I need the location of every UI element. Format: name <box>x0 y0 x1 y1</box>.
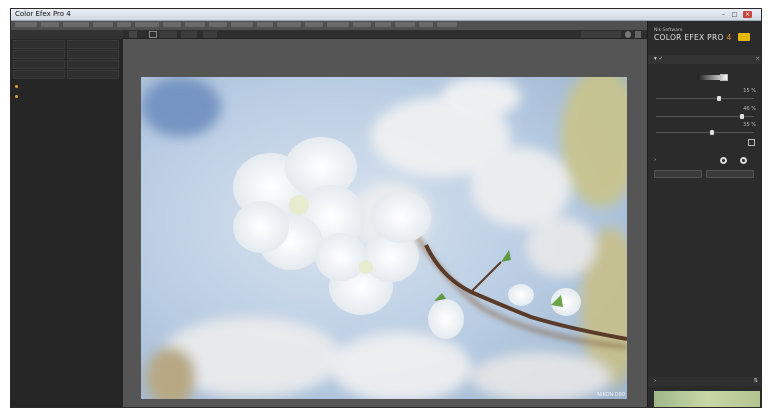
filter-header[interactable]: ▾ ✓ × <box>648 55 761 64</box>
menu-item[interactable] <box>63 22 89 27</box>
window-title: Color Efex Pro 4 <box>15 10 71 18</box>
preset-cell[interactable] <box>13 60 65 69</box>
slider-track[interactable] <box>656 114 754 119</box>
image-canvas: NIKON D80 <box>123 39 647 407</box>
preset-cell[interactable] <box>67 60 119 69</box>
filter-list-item[interactable] <box>11 92 123 101</box>
preset-cell[interactable] <box>13 70 65 79</box>
photo-preview: NIKON D80 <box>141 77 627 399</box>
slider-value: 15 % <box>743 88 756 94</box>
close-button[interactable]: × <box>743 11 752 18</box>
history-row[interactable]: › ⇅ <box>648 377 761 386</box>
menu-item[interactable] <box>327 22 349 27</box>
panel-toggle-icon[interactable] <box>129 31 137 38</box>
nav-icon[interactable]: ⇅ <box>753 377 758 386</box>
menu-item[interactable] <box>93 22 113 27</box>
brand-title: COLOR EFEX PRO 4 <box>654 33 732 42</box>
zoom-select[interactable] <box>581 31 621 38</box>
blossom-photo <box>141 77 627 399</box>
filter-list-panel <box>11 30 123 407</box>
star-icon <box>15 85 18 88</box>
menu-item[interactable] <box>135 22 159 27</box>
view-toolbar <box>123 30 647 39</box>
preset-cell[interactable] <box>67 40 119 49</box>
slider-row: 35 % <box>648 121 761 141</box>
menu-item[interactable] <box>209 22 227 27</box>
preset-cell[interactable] <box>13 40 65 49</box>
expand-icon: ▾ <box>654 56 657 62</box>
menu-item[interactable] <box>15 22 37 27</box>
menu-item[interactable] <box>257 22 273 27</box>
filter-list-header <box>11 30 123 39</box>
preset-cell[interactable] <box>13 50 65 59</box>
menu-item[interactable] <box>277 22 301 27</box>
slider-row: 15 % <box>648 87 761 107</box>
mask-toggle-icon[interactable] <box>720 157 727 164</box>
mask-view-icon[interactable] <box>740 157 747 164</box>
compare-view-button[interactable] <box>181 31 197 38</box>
control-point-row <box>648 139 761 148</box>
color-picker-icon[interactable] <box>720 74 728 81</box>
slider-knob[interactable] <box>716 96 721 101</box>
single-view-icon[interactable] <box>149 31 157 38</box>
section-row[interactable]: › <box>648 156 761 165</box>
add-filter-button[interactable] <box>654 170 702 178</box>
menu-item[interactable] <box>231 22 253 27</box>
control-point-icon[interactable] <box>748 139 755 146</box>
save-preset-button[interactable] <box>706 170 754 178</box>
title-bar: Color Efex Pro 4 – □ × <box>11 9 761 21</box>
close-filter-icon[interactable]: × <box>755 55 760 64</box>
app-window: Color Efex Pro 4 – □ × NIKON D80 Nik Sof… <box>10 8 762 408</box>
menu-item[interactable] <box>185 22 205 27</box>
filter-controls-panel: Nik Software COLOR EFEX PRO 4 ▾ ✓ × 15 %… <box>647 21 761 407</box>
preset-cell[interactable] <box>67 50 119 59</box>
split-view-button[interactable] <box>159 31 177 38</box>
filter-list-item[interactable] <box>11 82 123 91</box>
expand-icon: › <box>654 157 657 163</box>
maximize-button[interactable]: □ <box>730 11 739 18</box>
star-icon <box>15 95 18 98</box>
slider-knob[interactable] <box>709 130 714 135</box>
menu-item[interactable] <box>353 22 371 27</box>
loupe-icon[interactable] <box>625 31 631 38</box>
menu-item[interactable] <box>437 22 457 27</box>
slider-value: 46 % <box>743 106 756 112</box>
slider-track[interactable] <box>656 130 754 135</box>
filter-enabled-checkbox[interactable]: ✓ <box>659 56 664 62</box>
menu-item[interactable] <box>395 22 415 27</box>
preset-cell[interactable] <box>67 70 119 79</box>
minimize-button[interactable]: – <box>719 11 728 18</box>
menu-item[interactable] <box>117 22 131 27</box>
menu-icon[interactable] <box>635 31 641 38</box>
menu-item[interactable] <box>41 22 59 27</box>
menu-item[interactable] <box>375 22 391 27</box>
slider-track[interactable] <box>656 96 754 101</box>
expand-icon: › <box>654 378 657 384</box>
nik-logo-icon <box>738 33 750 41</box>
history-thumbnail[interactable] <box>654 391 760 407</box>
slider-knob[interactable] <box>740 114 745 119</box>
slider-value: 35 % <box>743 122 756 128</box>
menu-item[interactable] <box>163 22 181 27</box>
camera-watermark: NIKON D80 <box>597 392 625 398</box>
menu-item[interactable] <box>305 22 323 27</box>
menu-item[interactable] <box>419 22 433 27</box>
background-button[interactable] <box>203 31 217 38</box>
